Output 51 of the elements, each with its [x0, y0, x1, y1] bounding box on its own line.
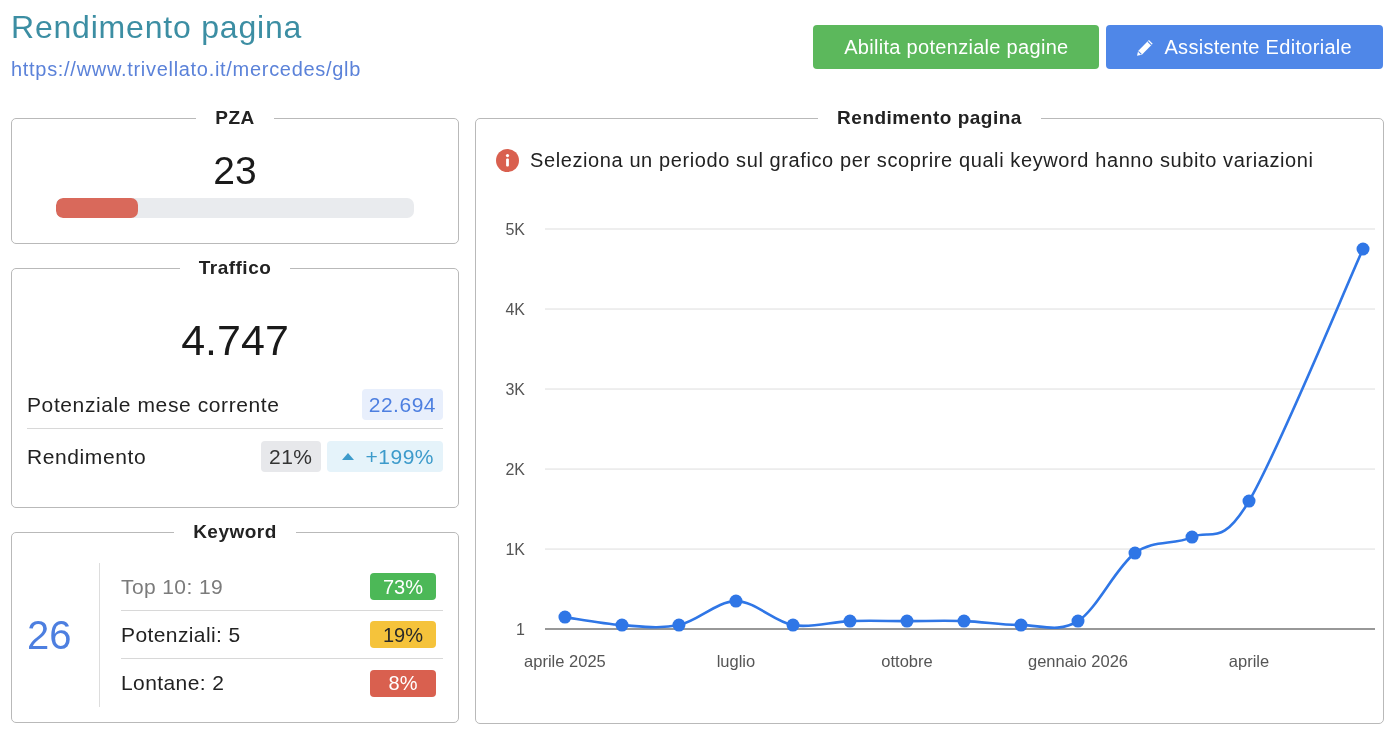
y-axis-label: 1K	[505, 541, 525, 559]
data-point	[1356, 242, 1370, 256]
data-point	[1014, 618, 1028, 632]
x-axis-label: gennaio 2026	[1028, 652, 1128, 670]
data-point	[615, 618, 629, 632]
info-icon	[496, 148, 519, 172]
share-percent: 19%	[370, 621, 436, 648]
keyword-total: 26	[27, 613, 72, 657]
assistant-button[interactable]: Assistente Editoriale	[1106, 25, 1383, 69]
y-axis-label: 1	[516, 621, 525, 638]
caret-up-icon	[341, 452, 354, 460]
card-title: Traffico	[197, 257, 273, 279]
data-point	[843, 614, 857, 628]
data-point	[729, 594, 743, 608]
yield-percent: 21%	[261, 440, 321, 472]
data-point	[1242, 494, 1256, 508]
keyword-row-label: Lontane: 2	[121, 670, 225, 697]
page-title: Rendimento pagina	[11, 8, 303, 46]
card-title: Keyword	[192, 521, 278, 543]
page-url[interactable]: https://www.trivellato.it/mercedes/glb	[11, 57, 362, 81]
traffic-row-label: Rendimento	[27, 443, 147, 470]
x-axis-label: aprile 2025	[524, 652, 606, 670]
data-point	[1071, 614, 1085, 628]
keyword-row-label: Potenziali: 5	[121, 621, 241, 648]
data-point	[1128, 546, 1142, 560]
chart-notice: Seleziona un periodo sul grafico per scoprire quali keyword hanno subito variazioni	[530, 148, 1314, 173]
traffic-value: 4.747	[181, 316, 289, 364]
data-point	[672, 618, 686, 632]
enable-button[interactable]: Abilita potenziale pagine	[813, 25, 1100, 69]
y-axis-label: 3K	[505, 381, 525, 399]
card-title: PZA	[214, 107, 256, 129]
data-point	[1185, 530, 1199, 544]
y-axis-label: 2K	[505, 461, 525, 479]
data-point	[957, 614, 971, 628]
keyword-row-label: Top 10: 19	[121, 573, 224, 600]
share-percent: 8%	[370, 669, 436, 697]
data-point	[900, 614, 914, 628]
pza-value: 23	[213, 149, 257, 193]
change-percent: +199%	[365, 443, 434, 470]
data-point	[558, 610, 572, 624]
card-title: Rendimento pagina	[836, 107, 1023, 129]
x-axis-label: aprile	[1228, 652, 1270, 670]
y-axis-label: 5K	[505, 221, 525, 238]
data-point	[786, 618, 800, 632]
pencil-icon	[1137, 38, 1155, 56]
x-axis-label: luglio	[716, 652, 756, 670]
potential-value: 22.694	[361, 389, 443, 421]
x-axis-label: ottobre	[881, 652, 933, 670]
share-percent: 73%	[370, 573, 436, 600]
y-axis-label: 4K	[505, 301, 525, 318]
traffic-row-label: Potenziale mese corrente	[27, 392, 280, 418]
